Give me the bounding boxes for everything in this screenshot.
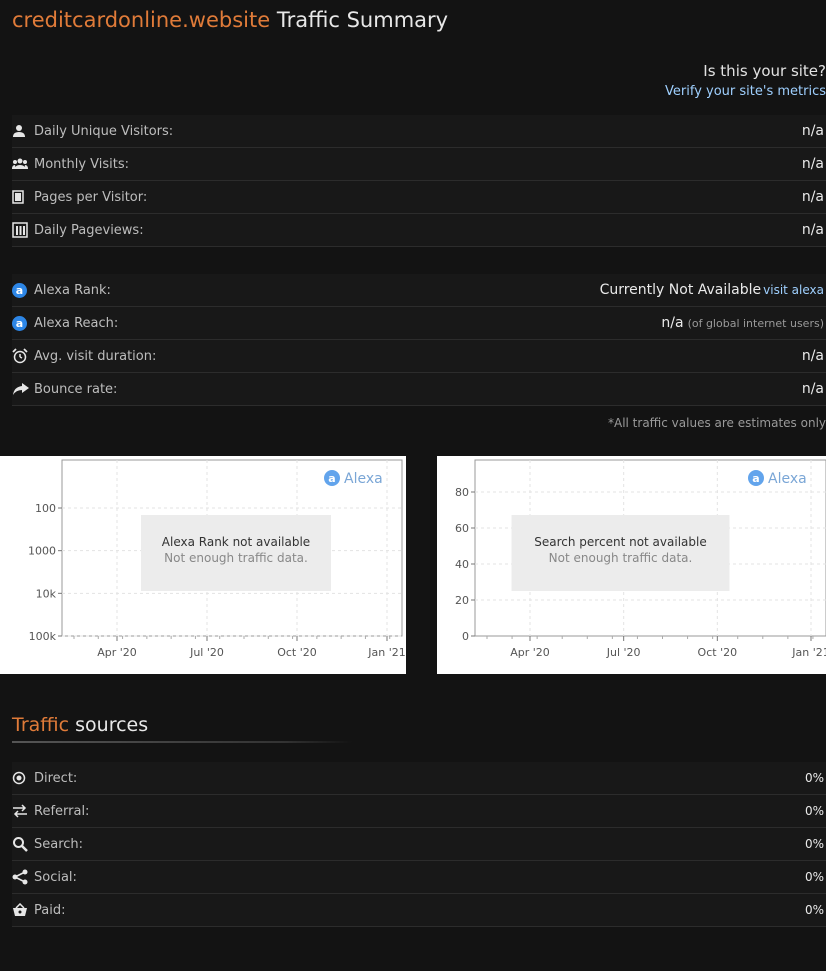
search-percent-chart: 80 60 40 20 0 Apr '20 Jul '20 Oct '20 Jan '21 a Al… <box>437 456 826 674</box>
metrics-table-1: Daily Unique Visitors: n/a Monthly Visit… <box>12 115 826 247</box>
target-icon <box>12 771 34 785</box>
site-name: creditcardonline.website <box>12 8 271 32</box>
x-tick-label: Jul '20 <box>606 646 641 659</box>
source-value: 0% <box>804 903 824 917</box>
x-tick-label: Apr '20 <box>510 646 550 659</box>
verify-link[interactable]: Verify your site's metrics <box>665 84 826 99</box>
metric-value: n/a (of global internet users) <box>661 315 824 331</box>
alexa-icon: a <box>12 282 34 298</box>
alexa-watermark: Alexa <box>768 471 807 487</box>
verify-box: Is this your site? Verify your site's me… <box>665 62 826 99</box>
y-tick-label: 80 <box>455 486 469 499</box>
page-title: creditcardonline.website Traffic Summary <box>12 8 448 32</box>
metric-label: Avg. visit duration: <box>34 348 157 364</box>
alexa-icon: a <box>12 315 34 331</box>
metric-avg-visit-duration: Avg. visit duration: n/a <box>12 340 826 373</box>
alexa-rank-chart: 100 1000 10k 100k Apr '20 Jul '20 Oct '20 Jan '… <box>0 456 406 674</box>
x-tick-label: Oct '20 <box>698 646 738 659</box>
no-data-message: Alexa Rank not available <box>162 535 310 549</box>
source-value: 0% <box>804 771 824 785</box>
users-icon <box>12 157 34 171</box>
no-data-message: Search percent not available <box>534 535 706 549</box>
source-value: 0% <box>804 870 824 884</box>
share-arrow-icon <box>12 382 34 396</box>
user-icon <box>12 124 34 138</box>
source-label: Direct: <box>34 770 78 786</box>
search-percent-chart-svg: 80 60 40 20 0 Apr '20 Jul '20 Oct '20 Jan '21 a Al… <box>455 459 826 659</box>
no-data-submessage: Not enough traffic data. <box>164 551 308 565</box>
metric-daily-pageviews: Daily Pageviews: n/a <box>12 214 826 247</box>
metric-label: Monthly Visits: <box>34 156 130 172</box>
alexa-rank-chart-svg: 100 1000 10k 100k Apr '20 Jul '20 Oct '20 Jan '… <box>28 459 406 659</box>
reach-note: (of global internet users) <box>687 317 824 330</box>
metric-alexa-reach: a Alexa Reach: n/a (of global internet us… <box>12 307 826 340</box>
pages-icon <box>12 222 34 238</box>
metric-daily-unique-visitors: Daily Unique Visitors: n/a <box>12 115 826 148</box>
metric-value: n/a <box>801 189 824 205</box>
source-search: Search: 0% <box>12 828 826 861</box>
alarm-clock-icon <box>12 348 34 364</box>
title-suffix: Traffic Summary <box>276 8 449 32</box>
metric-label: Daily Pageviews: <box>34 222 144 238</box>
y-tick-label: 1000 <box>28 545 56 558</box>
source-paid: Paid: 0% <box>12 894 826 927</box>
metric-value: Currently Not Available visit alexa <box>599 282 824 298</box>
y-tick-label: 60 <box>455 522 469 535</box>
source-referral: Referral: 0% <box>12 795 826 828</box>
source-direct: Direct: 0% <box>12 762 826 795</box>
metric-value: n/a <box>801 222 824 238</box>
metric-pages-per-visitor: Pages per Visitor: n/a <box>12 181 826 214</box>
source-label: Search: <box>34 836 84 852</box>
metric-label: Bounce rate: <box>34 381 118 397</box>
section-underline <box>12 741 352 743</box>
exchange-icon <box>12 804 34 818</box>
page-icon <box>12 190 34 204</box>
x-tick-label: Jul '20 <box>189 646 224 659</box>
metric-label: Daily Unique Visitors: <box>34 123 174 139</box>
x-tick-label: Oct '20 <box>277 646 317 659</box>
no-data-submessage: Not enough traffic data. <box>549 551 693 565</box>
y-tick-label: 40 <box>455 558 469 571</box>
alexa-watermark: Alexa <box>344 471 383 487</box>
source-label: Social: <box>34 869 77 885</box>
source-value: 0% <box>804 837 824 851</box>
alexa-logo-letter: a <box>328 472 335 485</box>
source-social: Social: 0% <box>12 861 826 894</box>
share-icon <box>12 869 34 885</box>
metric-label: Alexa Rank: <box>34 282 111 298</box>
x-tick-label: Jan '21 <box>791 646 826 659</box>
verify-question: Is this your site? <box>703 62 826 80</box>
search-icon <box>12 836 34 852</box>
x-tick-label: Apr '20 <box>97 646 137 659</box>
metric-bounce-rate: Bounce rate: n/a <box>12 373 826 406</box>
basket-icon <box>12 903 34 917</box>
source-label: Paid: <box>34 902 66 918</box>
metric-alexa-rank: a Alexa Rank: Currently Not Available vis… <box>12 274 826 307</box>
metric-value: n/a <box>801 381 824 397</box>
x-tick-label: Jan '21 <box>367 646 405 659</box>
visit-alexa-link[interactable]: visit alexa <box>763 283 824 297</box>
metric-value: n/a <box>801 348 824 364</box>
y-tick-label: 100k <box>29 630 57 643</box>
metric-monthly-visits: Monthly Visits: n/a <box>12 148 826 181</box>
source-value: 0% <box>804 804 824 818</box>
y-tick-label: 100 <box>35 502 56 515</box>
metric-value: n/a <box>801 123 824 139</box>
estimates-note: *All traffic values are estimates only <box>607 416 826 430</box>
metric-value: n/a <box>801 156 824 172</box>
traffic-sources-table: Direct: 0% Referral: 0% Search: 0% Socia… <box>12 762 826 927</box>
metric-label: Alexa Reach: <box>34 315 119 331</box>
y-tick-label: 0 <box>462 630 469 643</box>
traffic-sources-title: Traffic sources <box>12 714 149 736</box>
metrics-table-2: a Alexa Rank: Currently Not Available vis… <box>12 274 826 406</box>
alexa-logo-letter: a <box>752 472 759 485</box>
y-tick-label: 10k <box>36 587 57 600</box>
y-tick-label: 20 <box>455 594 469 607</box>
metric-label: Pages per Visitor: <box>34 189 148 205</box>
source-label: Referral: <box>34 803 90 819</box>
